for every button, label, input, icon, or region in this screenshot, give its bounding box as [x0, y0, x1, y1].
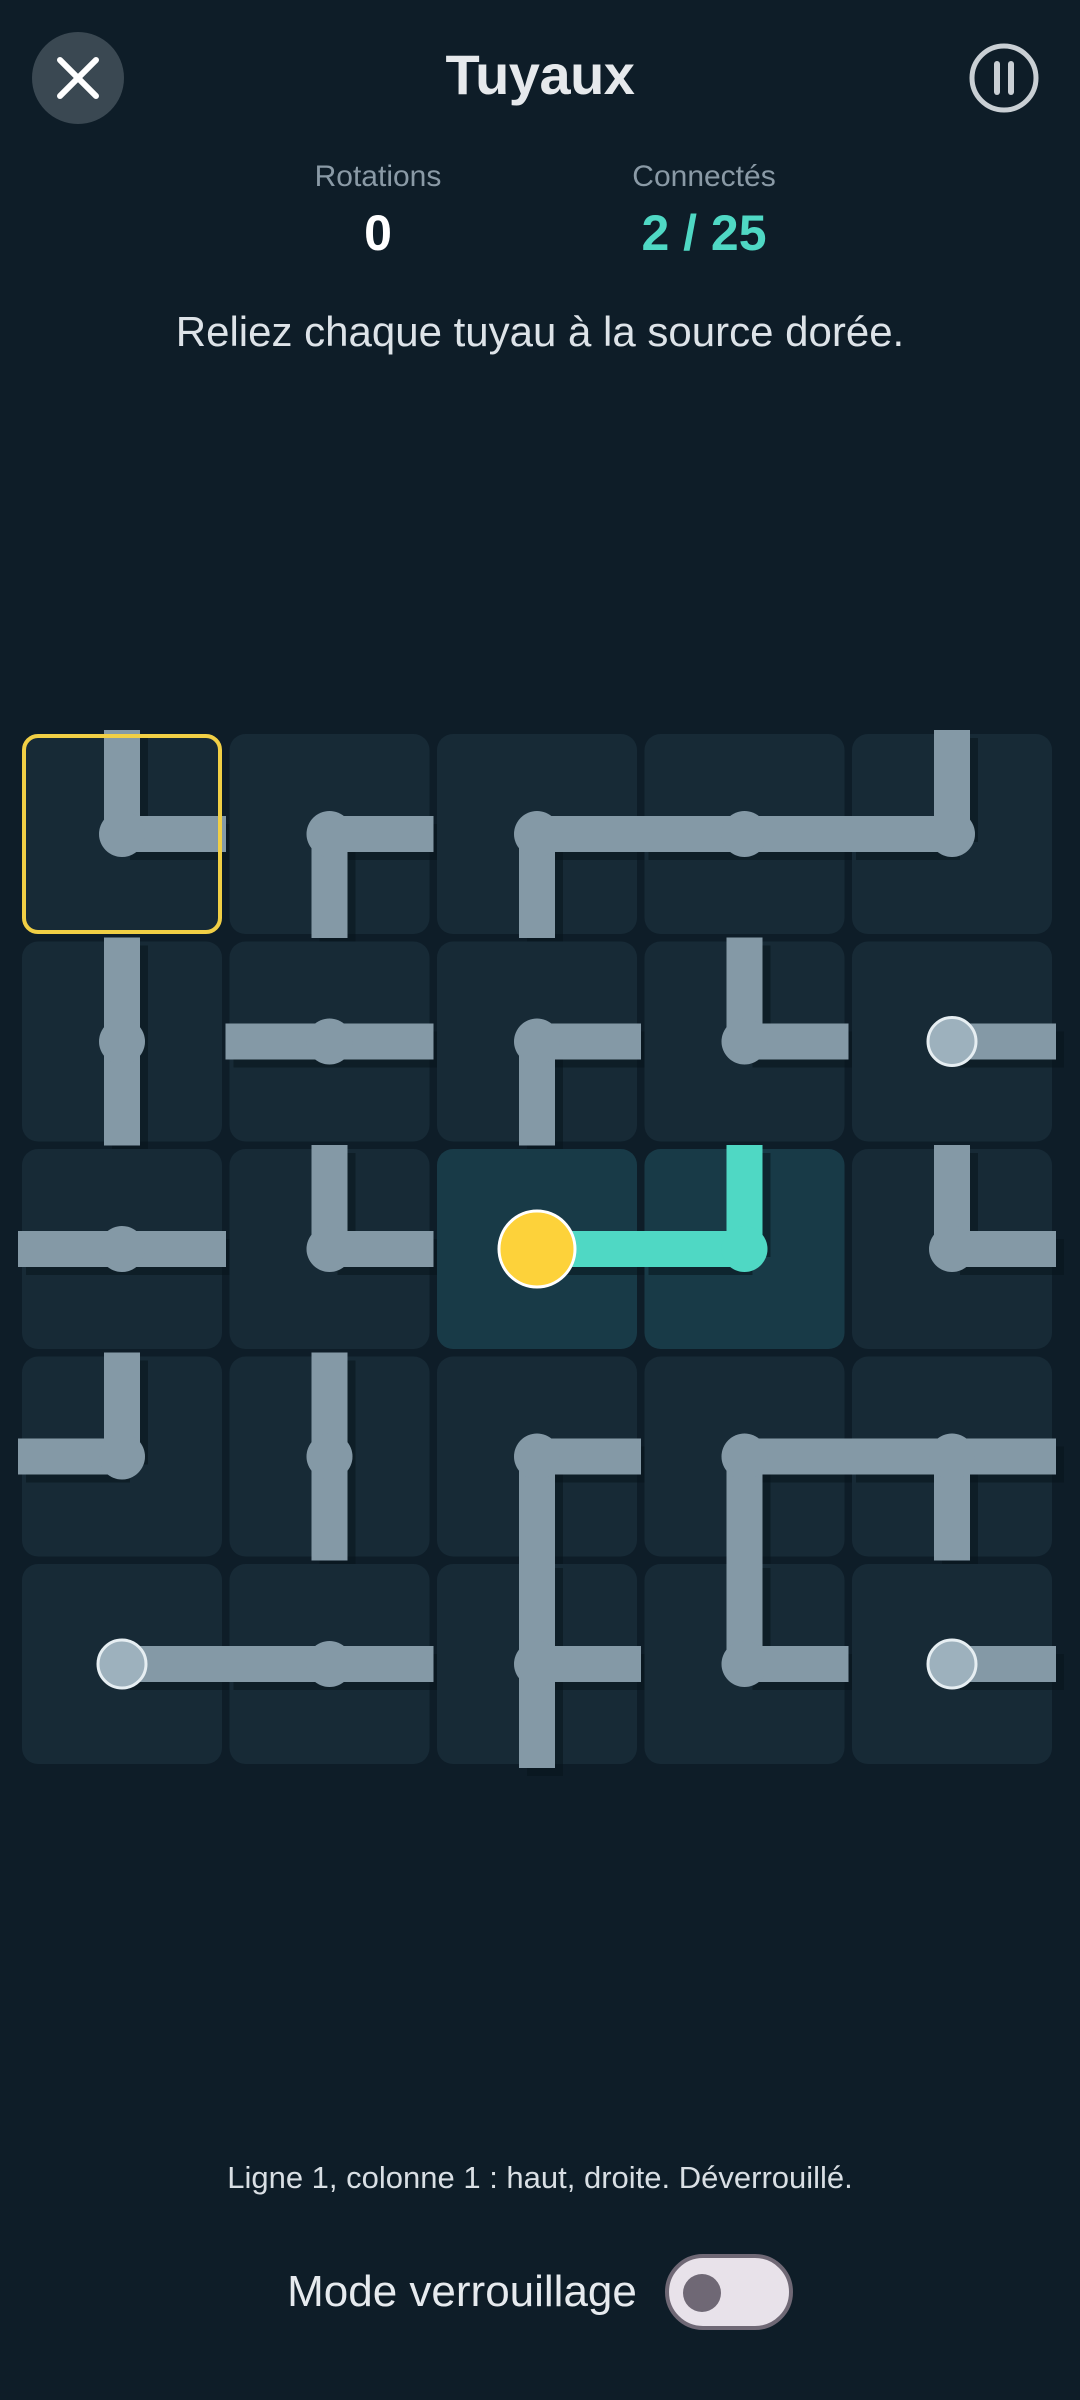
instruction-text: Reliez chaque tuyau à la source dorée.: [175, 308, 905, 355]
game-screen: Tuyaux Rotations 0 Connectés 2 / 25 Reli…: [0, 0, 1080, 2400]
lock-mode-toggle[interactable]: [664, 2254, 793, 2330]
selection-status: Ligne 1, colonne 1 : haut, droite. Déver…: [227, 2160, 853, 2195]
rotations-label: Rotations: [314, 160, 442, 193]
pipe-end-node: [96, 1638, 148, 1690]
source-node: [497, 1209, 577, 1289]
rotations-value: 0: [364, 205, 392, 261]
pipe-joint: [514, 811, 560, 857]
pipe-end-node: [926, 1638, 978, 1690]
pipe-tile[interactable]: [644, 1560, 857, 1764]
pipe-tile[interactable]: [644, 1356, 857, 1569]
pipe-tile[interactable]: [22, 937, 222, 1154]
pipe-joint: [306, 1018, 353, 1065]
pipe-tile[interactable]: [852, 1564, 1064, 1764]
pipe-joint: [99, 1226, 145, 1272]
pipe-joint: [929, 1433, 975, 1480]
pipe-joint: [721, 1226, 768, 1272]
pipe-joint: [929, 811, 975, 857]
pipe-tile[interactable]: [852, 1145, 1064, 1349]
pipe-joint: [929, 1226, 975, 1272]
toggle-knob: [682, 2274, 721, 2312]
pause-icon: [969, 43, 1039, 113]
pipe-joint: [99, 1433, 145, 1480]
pipe-tile[interactable]: [848, 730, 1052, 934]
pipe-tile[interactable]: [22, 730, 234, 934]
pipe-tile[interactable]: [640, 1145, 845, 1349]
pipe-joint: [306, 811, 353, 857]
pipe-joint: [514, 1018, 560, 1065]
pipe-tile[interactable]: [18, 1149, 234, 1349]
pipe-tile[interactable]: [229, 1145, 442, 1349]
connected-value: 2 / 25: [641, 205, 767, 261]
pipe-joint: [99, 811, 145, 857]
pipe-tile[interactable]: [225, 1564, 442, 1764]
connected-label: Connectés: [632, 160, 776, 193]
pipe-tile[interactable]: [437, 734, 649, 946]
pause-button[interactable]: [968, 42, 1040, 114]
pipe-joint: [721, 1018, 768, 1065]
pipe-tile[interactable]: [437, 1149, 649, 1349]
lock-mode-row: Mode verrouillage: [0, 2252, 1080, 2332]
pipe-joint: [306, 1641, 353, 1687]
pipe-tile[interactable]: [640, 734, 857, 934]
connected-stat: Connectés 2 / 25: [574, 160, 834, 262]
page-title: Tuyaux: [445, 43, 635, 106]
pipe-tile[interactable]: [644, 937, 857, 1142]
pipe-tile[interactable]: [852, 941, 1064, 1142]
rotations-stat: Rotations 0: [248, 160, 508, 262]
pipe-tile[interactable]: [229, 1352, 430, 1569]
pipe-joint: [514, 1641, 560, 1687]
pipe-tile[interactable]: [22, 1564, 234, 1764]
pipe-tile[interactable]: [848, 1356, 1064, 1569]
pipe-end-node: [926, 1016, 978, 1067]
pipe-tile[interactable]: [229, 734, 442, 946]
pipe-board: [18, 730, 1064, 1776]
pipe-joint: [306, 1433, 353, 1480]
pipe-joint: [721, 1433, 768, 1480]
pipe-joint: [99, 1018, 145, 1065]
pipe-tile[interactable]: [18, 1352, 222, 1557]
pipe-joint: [721, 811, 768, 857]
pipe-joint: [721, 1641, 768, 1687]
pipe-tile[interactable]: [437, 1356, 649, 1569]
pipe-tile[interactable]: [437, 941, 649, 1154]
pipe-tile[interactable]: [225, 941, 442, 1142]
lock-mode-label: Mode verrouillage: [287, 2267, 637, 2316]
pipe-joint: [514, 1433, 560, 1480]
pipe-joint: [306, 1226, 353, 1272]
pipe-tile[interactable]: [437, 1560, 649, 1776]
